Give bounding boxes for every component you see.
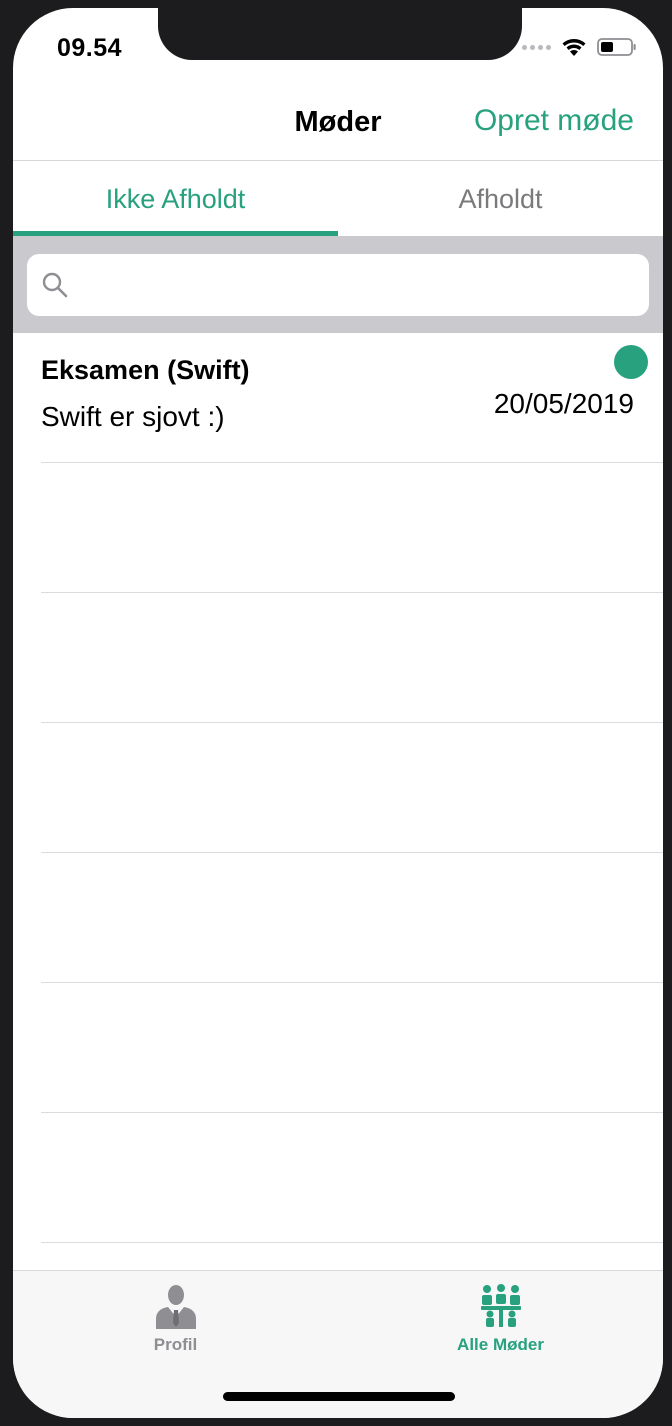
search-icon	[42, 272, 68, 298]
empty-row	[13, 1113, 663, 1243]
tab-held-label: Afholdt	[458, 184, 543, 214]
search-bar	[13, 236, 663, 333]
wifi-icon	[562, 39, 586, 56]
empty-row	[13, 463, 663, 593]
meeting-description: Swift er sjovt :)	[41, 401, 225, 432]
cellular-signal-icon	[522, 44, 551, 50]
meeting-group-icon	[480, 1284, 521, 1327]
meeting-status-tabs: Ikke Afholdt Afholdt	[13, 160, 663, 236]
create-meeting-button[interactable]: Opret møde	[474, 104, 634, 138]
empty-row	[13, 723, 663, 853]
tab-held[interactable]: Afholdt	[338, 160, 663, 236]
search-input[interactable]	[77, 254, 641, 318]
device-notch	[158, 8, 522, 60]
person-icon	[155, 1285, 196, 1329]
meeting-row[interactable]: Eksamen (Swift) Swift er sjovt :) 20/05/…	[13, 333, 663, 463]
empty-row	[13, 853, 663, 983]
home-indicator	[223, 1392, 455, 1401]
device-frame: 09.54 Møder Opret møde Ikke Afholdt Afho…	[0, 0, 672, 1426]
search-field-container[interactable]	[27, 254, 649, 318]
meeting-title: Eksamen (Swift)	[41, 355, 250, 385]
tabbar-label-all-meetings: Alle Møder	[457, 1335, 544, 1354]
tab-not-held[interactable]: Ikke Afholdt	[13, 160, 338, 236]
status-indicators	[522, 34, 637, 60]
empty-row	[13, 983, 663, 1113]
tabbar-label-profile: Profil	[153, 1335, 198, 1354]
meeting-date: 20/05/2019	[493, 388, 634, 419]
battery-icon	[597, 38, 636, 56]
row-separator	[41, 1242, 663, 1243]
empty-row	[13, 593, 663, 723]
tab-not-held-label: Ikke Afholdt	[105, 184, 246, 214]
navigation-bar: Møder Opret møde	[13, 86, 663, 161]
meeting-list: Eksamen (Swift) Swift er sjovt :) 20/05/…	[13, 333, 663, 1243]
app-screen: 09.54 Møder Opret møde Ikke Afholdt Afho…	[13, 8, 663, 1418]
meeting-status-dot	[614, 345, 648, 379]
status-time: 09.54	[57, 34, 123, 62]
tabbar-item-all-meetings[interactable]: Alle Møder	[338, 1271, 663, 1371]
tabbar-item-profile[interactable]: Profil	[13, 1271, 338, 1371]
